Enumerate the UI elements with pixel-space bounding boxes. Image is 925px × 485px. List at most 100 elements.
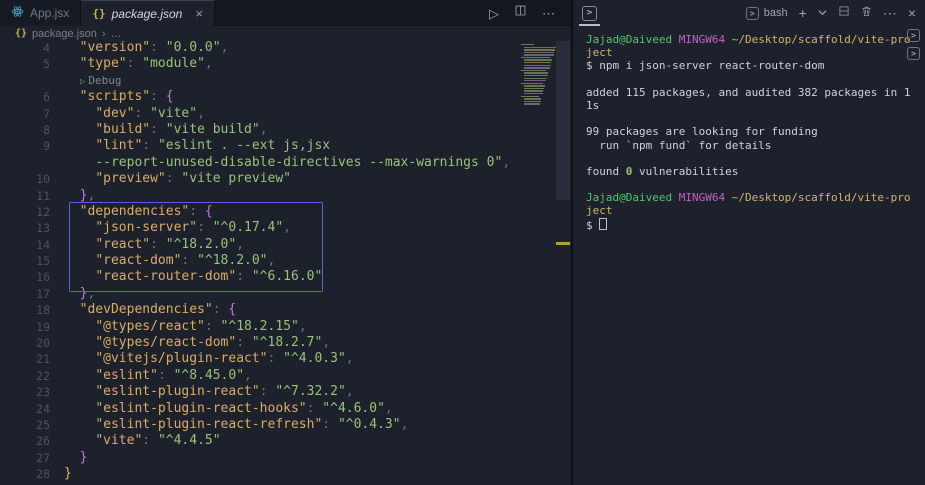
- code-line[interactable]: 22 "eslint": "^8.45.0",: [0, 368, 571, 384]
- code-lines: 4 "version": "0.0.0", 5 "type": "module",…: [0, 41, 571, 483]
- tab-app-jsx[interactable]: App.jsx: [0, 0, 82, 26]
- line-number: 24: [36, 401, 50, 416]
- line-number: 16: [36, 270, 50, 285]
- close-panel-button[interactable]: ×: [908, 6, 916, 20]
- terminal-line: added 115 packages, and audited 382 pack…: [586, 85, 911, 99]
- line-number: 27: [36, 450, 50, 465]
- react-icon: [11, 5, 24, 21]
- code-line[interactable]: 11 },: [0, 188, 571, 204]
- breadcrumb[interactable]: {} package.json › …: [0, 26, 571, 41]
- breadcrumb-file[interactable]: package.json: [32, 28, 97, 40]
- code-line[interactable]: 25 "eslint-plugin-react-refresh": "^0.4.…: [0, 417, 571, 433]
- line-number: [0, 155, 50, 171]
- code-line[interactable]: 18 "devDependencies": {: [0, 302, 571, 318]
- terminal-line: 1s: [586, 98, 600, 112]
- code-line[interactable]: 4 "version": "0.0.0",: [0, 41, 571, 56]
- code-line[interactable]: 24 "eslint-plugin-react-hooks": "^4.6.0"…: [0, 401, 571, 417]
- codelens-debug[interactable]: ▷ Debug: [64, 73, 122, 89]
- terminal-panel: > > bash + ⋯ × Jajad@Daiveed MINGW64 ~/D…: [573, 0, 925, 485]
- split-editor-button[interactable]: [514, 4, 527, 22]
- terminal-instance-icon[interactable]: >: [907, 47, 920, 60]
- code-line[interactable]: 28}: [0, 466, 571, 482]
- breadcrumb-symbol[interactable]: …: [111, 28, 122, 40]
- editor-tab-bar: App.jsx {} package.json ×: [0, 0, 571, 26]
- code-line[interactable]: 9 "lint": "eslint . --ext js,jsx: [0, 138, 571, 154]
- line-number: 23: [36, 385, 50, 400]
- code-line[interactable]: 14 "react": "^18.2.0",: [0, 237, 571, 253]
- terminal-line: ject: [586, 204, 613, 218]
- code-line[interactable]: 7 "dev": "vite",: [0, 106, 571, 122]
- terminal-dropdown-button[interactable]: [818, 4, 827, 22]
- terminal-line: Jajad@Daiveed MINGW64 ~/Desktop/scaffold…: [586, 33, 911, 46]
- code-line[interactable]: 27 }: [0, 450, 571, 466]
- editor-actions: ▷ ⋯: [489, 0, 555, 26]
- line-number: 5: [43, 57, 50, 72]
- code-line[interactable]: 8 "build": "vite build",: [0, 122, 571, 138]
- line-number: 21: [36, 352, 50, 367]
- close-tab-icon[interactable]: ×: [195, 7, 203, 20]
- code-line[interactable]: 17 },: [0, 286, 571, 302]
- code-line[interactable]: 16 "react-router-dom": "^6.16.0": [0, 269, 571, 285]
- terminal-line: Jajad@Daiveed MINGW64 ~/Desktop/scaffold…: [586, 191, 911, 205]
- code-line[interactable]: 10 "preview": "vite preview": [0, 171, 571, 187]
- line-number: 13: [36, 221, 50, 236]
- terminal-output[interactable]: Jajad@Daiveed MINGW64 ~/Desktop/scaffold…: [586, 33, 922, 231]
- code-editor[interactable]: 4 "version": "0.0.0", 5 "type": "module",…: [0, 41, 571, 485]
- code-line[interactable]: 13 "json-server": "^0.17.4",: [0, 220, 571, 236]
- line-number: 15: [36, 254, 50, 269]
- line-number: 25: [36, 417, 50, 432]
- line-number: 4: [43, 41, 50, 55]
- line-number: 14: [36, 237, 50, 252]
- line-number: 19: [36, 319, 50, 334]
- code-line[interactable]: 21 "@vitejs/plugin-react": "^4.0.3",: [0, 351, 571, 367]
- line-number: 12: [36, 204, 50, 219]
- line-number: 11: [36, 188, 50, 203]
- json-braces-icon: {}: [15, 28, 28, 39]
- code-line[interactable]: 20 "@types/react-dom": "^18.2.7",: [0, 335, 571, 351]
- codelens-row[interactable]: ▷ Debug: [0, 73, 571, 89]
- terminal-line: $ npm i json-server react-router-dom: [586, 59, 825, 73]
- play-icon: ▷: [80, 76, 86, 87]
- more-actions-button[interactable]: ⋯: [883, 6, 897, 20]
- vscode-window: App.jsx {} package.json × ▷ ⋯ {} package…: [0, 0, 925, 485]
- split-terminal-button[interactable]: [838, 4, 850, 22]
- line-number: 10: [36, 172, 50, 187]
- kill-terminal-button[interactable]: [861, 4, 872, 22]
- minimap[interactable]: [521, 44, 557, 110]
- terminal-header-actions: > bash + ⋯ ×: [745, 0, 916, 26]
- code-line[interactable]: 19 "@types/react": "^18.2.15",: [0, 319, 571, 335]
- run-button[interactable]: ▷: [489, 7, 499, 20]
- shell-label: bash: [763, 7, 788, 19]
- overview-ruler-marker: [556, 242, 570, 245]
- shell-badge[interactable]: > bash: [745, 6, 788, 20]
- code-line[interactable]: 6 "scripts": {: [0, 89, 571, 105]
- line-number: [0, 73, 50, 89]
- line-number: 18: [36, 303, 50, 318]
- terminal-instance-list: > >: [907, 29, 920, 60]
- tab-package-json[interactable]: {} package.json ×: [81, 0, 215, 26]
- line-number: 7: [43, 106, 50, 121]
- scrollbar-slider[interactable]: [556, 41, 570, 200]
- code-line[interactable]: 15 "react-dom": "^18.2.0",: [0, 253, 571, 269]
- new-terminal-button[interactable]: +: [799, 6, 807, 20]
- code-line[interactable]: 26 "vite": "^4.4.5": [0, 433, 571, 449]
- line-number: 8: [43, 122, 50, 137]
- terminal-panel-header: > > bash + ⋯ ×: [573, 0, 925, 26]
- code-line[interactable]: 5 "type": "module",: [0, 56, 571, 72]
- terminal-line: 99 packages are looking for funding: [586, 125, 818, 139]
- code-line[interactable]: 23 "eslint-plugin-react": "^7.32.2",: [0, 384, 571, 400]
- code-line[interactable]: --report-unused-disable-directives --max…: [0, 155, 571, 171]
- more-actions-button[interactable]: ⋯: [542, 7, 555, 20]
- terminal-line: $: [586, 217, 922, 231]
- terminal-line: run `npm fund` for details: [586, 138, 772, 152]
- code-line[interactable]: 12 "dependencies": {: [0, 204, 571, 220]
- line-number: 26: [36, 434, 50, 449]
- line-number: 6: [43, 90, 50, 105]
- terminal-instance-icon[interactable]: >: [907, 29, 920, 42]
- terminal-tab[interactable]: >: [579, 5, 600, 26]
- terminal-icon: >: [582, 5, 597, 21]
- chevron-right-icon: ›: [101, 27, 106, 40]
